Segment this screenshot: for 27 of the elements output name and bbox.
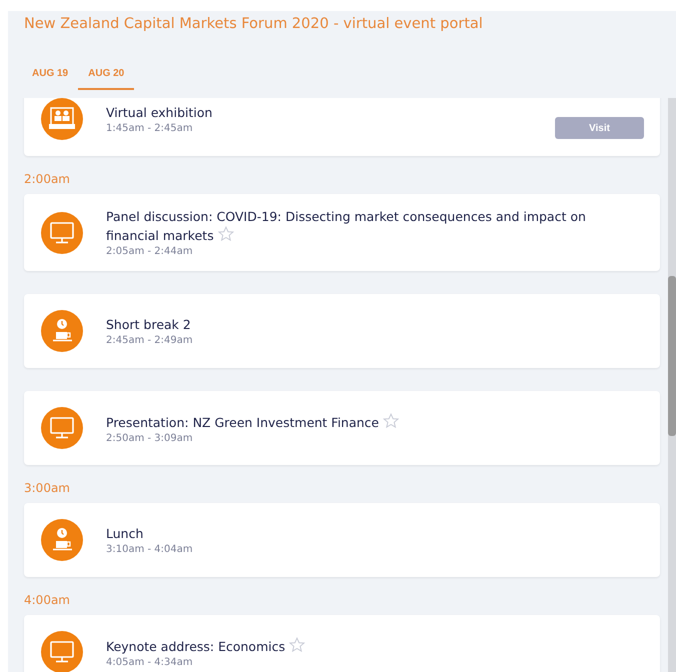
session-title: Panel discussion: COVID-19: Dissecting market consequences and impact on financial markets — [106, 208, 587, 245]
clock-cup-icon — [40, 309, 84, 353]
monitor-icon — [40, 406, 84, 450]
session-time: 1:45am - 2:45am — [106, 123, 194, 134]
date-tab[interactable]: AUG 20 — [78, 61, 134, 90]
session-time: 2:05am - 2:44am — [106, 246, 194, 257]
monitor-icon — [40, 210, 84, 254]
clock-cup-icon — [40, 518, 84, 562]
session-title: Short break 2 — [106, 316, 192, 334]
visit-button[interactable]: Visit — [555, 117, 644, 139]
hour-label: 4:00am — [24, 593, 71, 607]
hour-label: 3:00am — [24, 481, 71, 495]
session-title: Lunch — [106, 525, 144, 543]
page-title: New Zealand Capital Markets Forum 2020 - virtual event portal — [23, 15, 484, 34]
session-title: Keynote address: Economics — [106, 636, 644, 656]
session-time: 2:45am - 2:49am — [106, 335, 194, 346]
session-time: 2:50am - 3:09am — [106, 432, 194, 444]
session-title: Presentation: NZ Green Investment Finance — [106, 412, 644, 432]
star-icon[interactable] — [383, 412, 399, 428]
session-title: Virtual exhibition — [106, 104, 214, 122]
date-tab[interactable]: AUG 19 — [22, 61, 78, 90]
star-icon[interactable] — [218, 226, 234, 242]
session-time: 3:10am - 4:04am — [106, 544, 194, 555]
hour-label: 2:00am — [24, 172, 71, 186]
star-icon[interactable] — [289, 636, 306, 652]
scrollbar[interactable] — [668, 98, 676, 672]
session-time: 4:05am - 4:34am — [106, 656, 194, 668]
